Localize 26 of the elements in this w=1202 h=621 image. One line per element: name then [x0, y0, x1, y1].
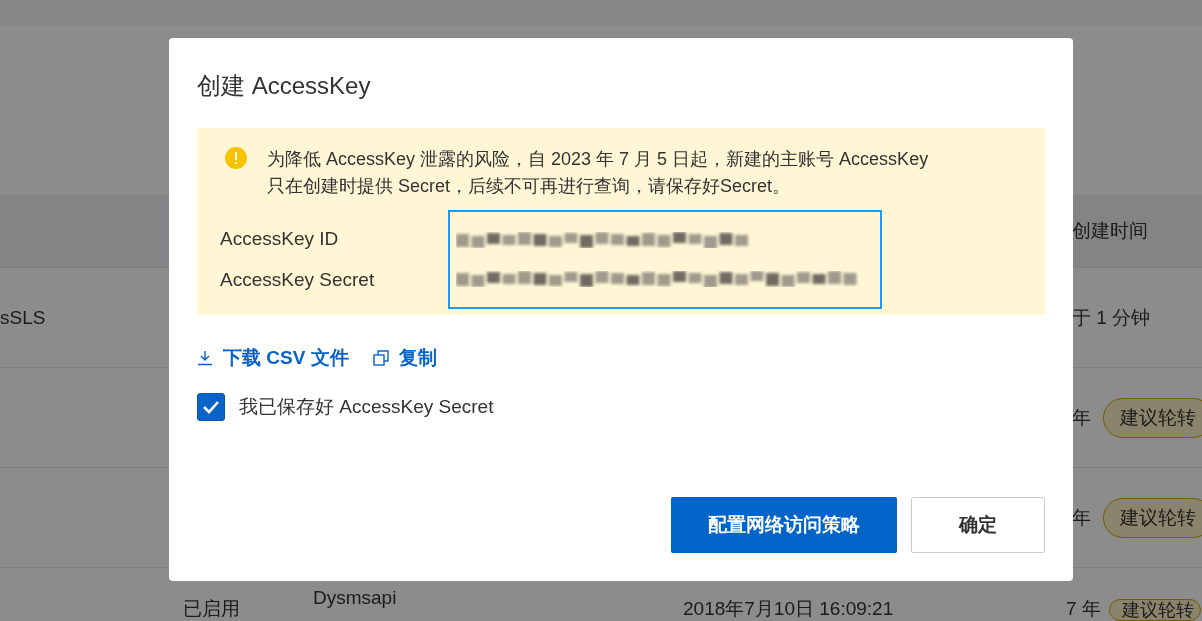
status-tag: 建议轮转: [1103, 497, 1202, 538]
action-link[interactable]: 下载 CSV 文件: [197, 345, 349, 371]
table-cell: 已启用: [183, 599, 240, 619]
field-label: AccessKey Secret: [220, 268, 376, 293]
table-cell-text: 年: [1072, 405, 1091, 430]
table-cell-text: 于 1 分钟: [1072, 305, 1151, 330]
table-cell-text: 年: [1072, 505, 1091, 530]
dialog-title: 创建 AccessKey: [197, 71, 372, 101]
column-header: 创建时间: [1072, 219, 1148, 243]
key-value-box[interactable]: [448, 210, 882, 309]
status-tag: 建议轮转: [1108, 599, 1201, 621]
table-cell: 7 年: [1066, 599, 1101, 619]
status-tag: 建议轮转: [1103, 397, 1202, 438]
field-label: AccessKey ID: [220, 226, 340, 251]
copy-icon: [372, 350, 389, 366]
checkbox[interactable]: [197, 393, 225, 421]
table-cell: 2018年7月10日 16:09:21: [683, 599, 894, 619]
warning-icon: [225, 147, 247, 169]
table-cell: sSLS: [0, 306, 46, 329]
primary-button[interactable]: 配置网络访问策略: [671, 497, 897, 553]
download-icon: [197, 350, 213, 366]
confirm-button[interactable]: 确定: [911, 497, 1045, 553]
checkbox-label: 我已保存好 AccessKey Secret: [239, 395, 494, 419]
notice-text: 为降低 AccessKey 泄露的风险，自 2023 年 7 月 5 日起，新建的主账号 AccessKey 只在创建时提供 Secret，后续不可再进行查询，请保存好Secret。: [267, 148, 930, 198]
action-link[interactable]: 复制: [372, 345, 437, 371]
table-cell: Dysmsapi: [313, 588, 397, 608]
